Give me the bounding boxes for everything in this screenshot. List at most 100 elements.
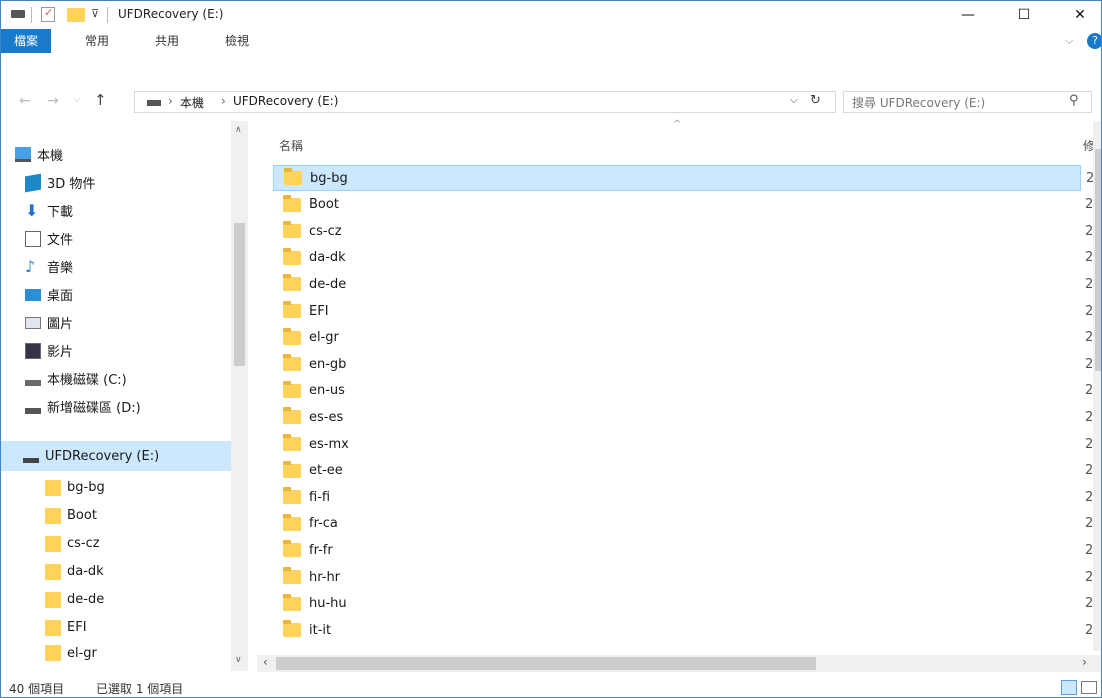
- window-title: UFDRecovery (E:): [118, 7, 224, 21]
- nav-item-downloads[interactable]: ⬇ 下載: [11, 197, 241, 224]
- breadcrumb-this-pc[interactable]: 本機: [180, 94, 204, 111]
- nav-item-label: UFDRecovery (E:): [45, 448, 160, 464]
- address-bar[interactable]: › 本機 › UFDRecovery (E:) ⌵ ↻: [134, 91, 836, 113]
- list-item[interactable]: cs-cz 2: [273, 218, 1093, 244]
- nav-item-this-pc[interactable]: 本機: [1, 141, 231, 168]
- divider: [107, 7, 108, 23]
- list-item[interactable]: da-dk 2: [273, 245, 1093, 271]
- scroll-right-icon[interactable]: ›: [1082, 655, 1087, 669]
- large-icons-view-icon[interactable]: [1081, 681, 1097, 694]
- address-row: ← → ⌵ ↑ › 本機 › UFDRecovery (E:) ⌵ ↻ 搜尋 U…: [1, 83, 1101, 117]
- list-item[interactable]: en-us 2: [273, 378, 1093, 404]
- close-button[interactable]: ✕: [1057, 1, 1101, 29]
- nav-item-label: el-gr: [67, 645, 97, 661]
- nav-item-pictures[interactable]: 圖片: [11, 309, 241, 336]
- forward-icon[interactable]: →: [47, 93, 59, 109]
- folder-icon: [283, 221, 301, 239]
- refresh-icon[interactable]: ↻: [810, 93, 821, 108]
- nav-item-folder[interactable]: Boot: [31, 502, 231, 529]
- maximize-button[interactable]: ☐: [1001, 1, 1047, 29]
- chevron-right-icon: ›: [221, 94, 226, 108]
- back-icon[interactable]: ←: [19, 93, 31, 109]
- drive-icon: [25, 379, 41, 386]
- search-icon[interactable]: ⚲: [1069, 93, 1079, 108]
- new-folder-icon[interactable]: [67, 8, 85, 22]
- list-item-name: cs-cz: [309, 223, 342, 239]
- folder-icon: [45, 563, 61, 580]
- nav-scroll-up-icon[interactable]: ∧: [235, 125, 242, 135]
- folder-icon: [45, 645, 61, 661]
- nav-item-desktop[interactable]: 桌面: [11, 281, 241, 308]
- folder-icon: [283, 380, 301, 398]
- tab-file[interactable]: 檔案: [1, 29, 51, 53]
- tab-share[interactable]: 共用: [145, 29, 189, 53]
- nav-item-3d-objects[interactable]: 3D 物件: [11, 169, 241, 196]
- nav-item-music[interactable]: ♪ 音樂: [11, 253, 241, 280]
- minimize-button[interactable]: —: [945, 1, 991, 29]
- nav-scrollbar-thumb[interactable]: [234, 223, 245, 366]
- list-item[interactable]: bg-bg 2: [273, 165, 1094, 191]
- list-item[interactable]: it-it 2: [273, 617, 1093, 643]
- breadcrumb-current[interactable]: UFDRecovery (E:): [233, 94, 338, 108]
- list-item[interactable]: en-gb 2: [273, 351, 1093, 377]
- list-item-name: hr-hr: [309, 569, 341, 585]
- nav-item-folder[interactable]: bg-bg: [31, 474, 231, 501]
- list-item[interactable]: et-ee 2: [273, 458, 1093, 484]
- nav-item-label: 文件: [47, 233, 74, 248]
- folder-icon: [283, 194, 301, 212]
- list-item-name: es-es: [309, 409, 344, 425]
- search-input[interactable]: 搜尋 UFDRecovery (E:): [852, 94, 985, 111]
- list-horizontal-scrollbar-thumb[interactable]: [276, 657, 816, 670]
- tab-home[interactable]: 常用: [75, 29, 119, 53]
- nav-item-folder[interactable]: cs-cz: [31, 530, 231, 557]
- nav-item-folder[interactable]: EFI: [31, 614, 231, 641]
- list-item-name: hu-hu: [309, 596, 347, 612]
- list-vertical-scrollbar-thumb[interactable]: [1095, 149, 1101, 371]
- list-item[interactable]: Boot 2: [273, 192, 1093, 218]
- nav-item-videos[interactable]: 影片: [11, 337, 241, 364]
- nav-item-drive-e[interactable]: UFDRecovery (E:): [1, 441, 231, 471]
- scroll-left-icon[interactable]: ‹: [263, 655, 268, 669]
- folder-icon: [45, 619, 61, 636]
- downloads-icon: ⬇: [25, 200, 39, 220]
- list-item[interactable]: hr-hr 2: [273, 564, 1093, 590]
- search-box[interactable]: 搜尋 UFDRecovery (E:) ⚲: [843, 91, 1092, 113]
- details-view-icon[interactable]: [1061, 680, 1077, 695]
- nav-item-label: Boot: [67, 508, 97, 523]
- nav-item-folder[interactable]: da-dk: [31, 558, 231, 585]
- nav-scrollbar[interactable]: [231, 121, 248, 671]
- address-dropdown-icon[interactable]: ⌵: [790, 95, 798, 106]
- column-header-date[interactable]: 修: [1083, 137, 1093, 151]
- nav-item-label: cs-cz: [67, 536, 100, 551]
- nav-item-drive-d[interactable]: 新增磁碟區 (D:): [11, 393, 241, 420]
- list-item[interactable]: es-es 2: [273, 404, 1093, 430]
- up-icon[interactable]: ↑: [94, 91, 107, 109]
- recent-locations-icon[interactable]: ⌵: [73, 94, 81, 105]
- nav-scroll-down-icon[interactable]: ∨: [235, 655, 242, 665]
- folder-icon: [283, 434, 301, 451]
- nav-item-drive-c[interactable]: 本機磁碟 (C:): [11, 365, 241, 392]
- help-icon[interactable]: ?: [1087, 33, 1101, 49]
- list-item-name: it-it: [309, 622, 332, 638]
- properties-icon[interactable]: ✓: [41, 6, 55, 22]
- list-item[interactable]: fi-fi 2: [273, 484, 1093, 510]
- list-item[interactable]: hu-hu 2: [273, 591, 1093, 617]
- list-item[interactable]: fr-fr 2: [273, 537, 1093, 563]
- nav-item-documents[interactable]: 文件: [11, 225, 241, 252]
- list-item-name: da-dk: [309, 250, 346, 266]
- list-item[interactable]: es-mx 2: [273, 431, 1093, 457]
- 3d-objects-icon: [25, 173, 41, 192]
- tab-view[interactable]: 檢視: [215, 29, 259, 53]
- column-header-name[interactable]: 名稱: [279, 137, 303, 154]
- list-item[interactable]: fr-ca 2: [273, 511, 1093, 537]
- folder-icon: [283, 567, 301, 584]
- nav-item-folder[interactable]: el-gr: [31, 642, 231, 664]
- list-item[interactable]: EFI 2: [273, 298, 1093, 324]
- nav-item-folder[interactable]: de-de: [31, 586, 231, 613]
- list-item[interactable]: de-de 2: [273, 271, 1093, 297]
- list-item[interactable]: el-gr 2: [273, 325, 1093, 351]
- quick-access-dropdown-icon[interactable]: ⊽: [91, 7, 99, 23]
- folder-icon: [283, 593, 301, 611]
- ribbon-expand-icon[interactable]: ⌵: [1065, 34, 1073, 48]
- list-item-name: el-gr: [309, 330, 339, 346]
